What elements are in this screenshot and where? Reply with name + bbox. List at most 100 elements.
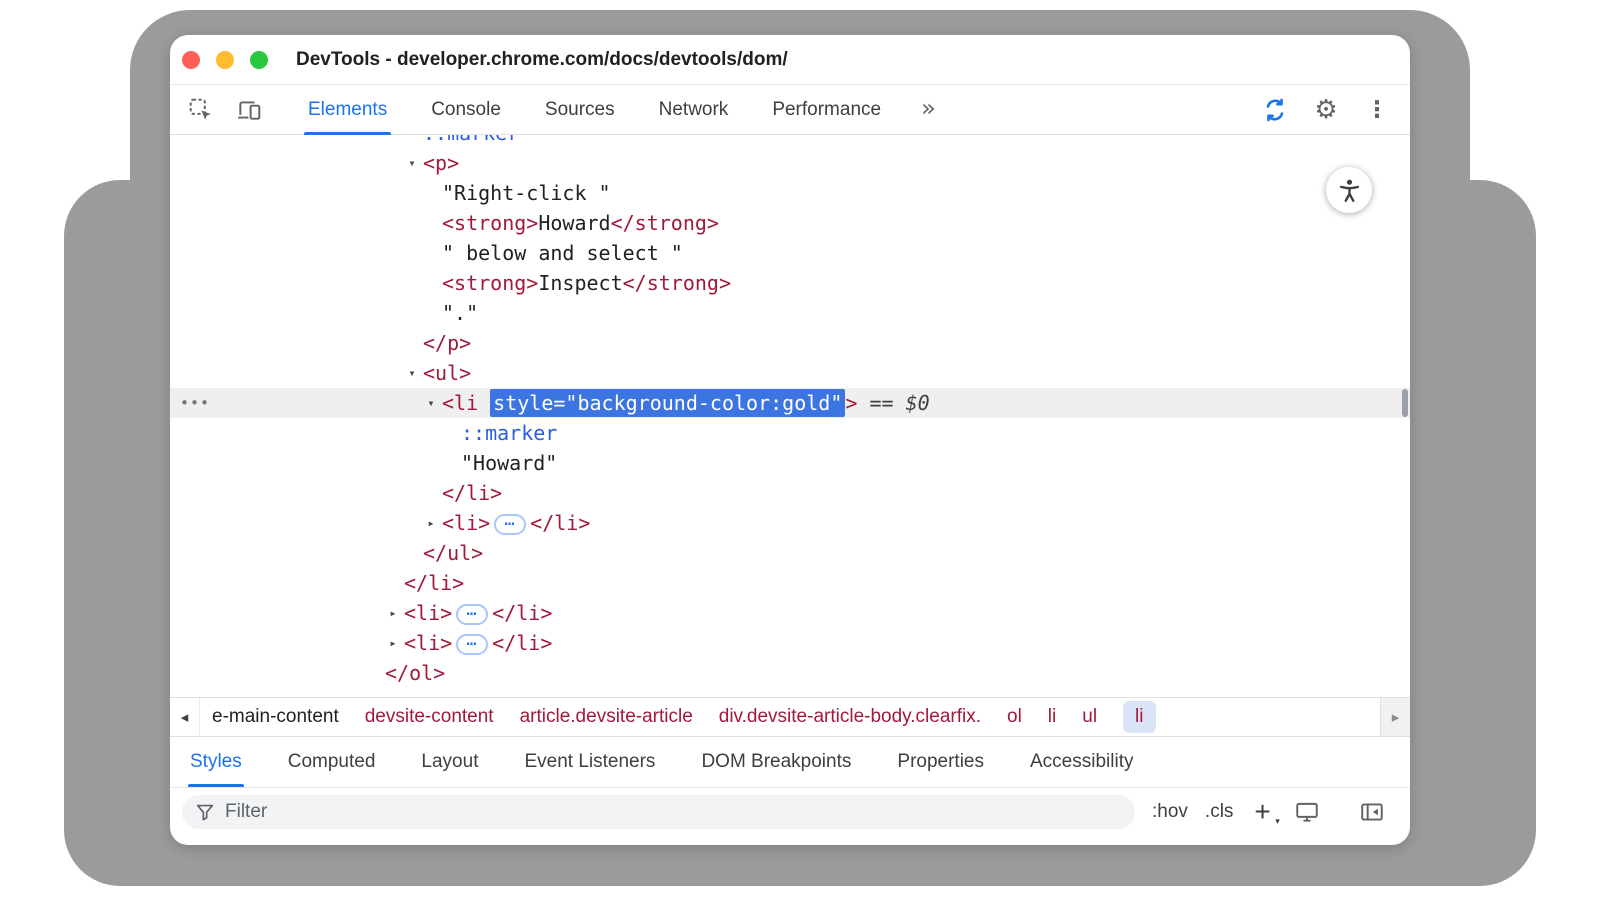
dom-tree-line[interactable]: ::marker bbox=[170, 418, 1410, 448]
dom-tree-line[interactable]: <strong>Inspect</strong> bbox=[170, 268, 1410, 298]
plus-icon: + bbox=[1254, 796, 1270, 827]
tab-sources[interactable]: Sources bbox=[541, 85, 619, 135]
device-toolbar-icon[interactable] bbox=[234, 95, 264, 125]
zoom-button[interactable] bbox=[250, 51, 268, 69]
expand-arrow-icon[interactable]: ▸ bbox=[383, 598, 403, 628]
tab-elements[interactable]: Elements bbox=[304, 85, 391, 135]
dom-tree: ::marker▾<p>"Right-click "<strong>Howard… bbox=[170, 135, 1410, 697]
code-token-tag: </li> bbox=[442, 481, 502, 505]
breadcrumb-item[interactable]: ol bbox=[1007, 706, 1022, 728]
dom-tree-line[interactable]: ::marker bbox=[170, 135, 1410, 148]
filter-field[interactable] bbox=[182, 795, 1135, 829]
expand-arrow-icon[interactable]: ▸ bbox=[383, 628, 403, 658]
toolbar-right-icons: ⚙ ⋮ bbox=[1260, 95, 1392, 125]
caret-down-icon: ▾ bbox=[1275, 818, 1280, 827]
panel-tab-properties[interactable]: Properties bbox=[895, 737, 986, 787]
code-token-pseudo: ::marker bbox=[423, 135, 519, 145]
styles-filter-bar: :hov .cls +▾ bbox=[170, 787, 1410, 835]
dom-tree-line[interactable]: ▸<li>⋯</li> bbox=[170, 628, 1410, 658]
breadcrumb-item[interactable]: e-main-content bbox=[212, 706, 339, 728]
row-actions-dots-icon[interactable]: ••• bbox=[180, 388, 210, 418]
scrollbar-thumb[interactable] bbox=[1402, 389, 1408, 417]
inspect-icon[interactable] bbox=[186, 95, 216, 125]
sync-icon[interactable] bbox=[1260, 95, 1290, 125]
breadcrumb-item[interactable]: devsite-content bbox=[365, 706, 494, 728]
close-button[interactable] bbox=[182, 51, 200, 69]
kebab-menu-icon[interactable]: ⋮ bbox=[1362, 95, 1392, 125]
dom-tree-line[interactable]: </ul> bbox=[170, 538, 1410, 568]
code-token-tag: </strong> bbox=[623, 271, 731, 295]
filter-input[interactable] bbox=[225, 801, 1123, 823]
panel-tabs: Styles Computed Layout Event Listeners DOM B… bbox=[170, 737, 1410, 787]
filter-funnel-icon bbox=[194, 801, 216, 823]
code-token-plain: "." bbox=[442, 301, 478, 325]
breadcrumb-scroll-left-icon[interactable]: ◂ bbox=[170, 698, 200, 736]
dom-tree-line[interactable]: ▸<li>⋯</li> bbox=[170, 508, 1410, 538]
collapse-arrow-icon[interactable]: ▾ bbox=[402, 148, 422, 178]
expand-ellipsis-button[interactable]: ⋯ bbox=[456, 604, 488, 625]
panel-tab-computed[interactable]: Computed bbox=[286, 737, 378, 787]
panel-tab-layout[interactable]: Layout bbox=[419, 737, 480, 787]
code-token-plain: "Howard" bbox=[461, 451, 557, 475]
code-token-tag: <li> bbox=[442, 511, 490, 535]
traffic-lights bbox=[182, 51, 268, 69]
dom-tree-line[interactable]: ▸<li>⋯</li> bbox=[170, 598, 1410, 628]
dom-tree-line[interactable]: •••▾<li style="background-color:gold"> =… bbox=[170, 388, 1410, 418]
breadcrumb-item[interactable]: div.devsite-article-body.clearfix. bbox=[719, 706, 981, 728]
titlebar: DevTools - developer.chrome.com/docs/dev… bbox=[170, 35, 1410, 85]
breadcrumb-item[interactable]: li bbox=[1123, 701, 1155, 733]
breadcrumb-scroll-right-icon[interactable]: ▸ bbox=[1380, 698, 1410, 736]
dom-tree-line[interactable]: ▾<ul> bbox=[170, 358, 1410, 388]
tab-performance[interactable]: Performance bbox=[768, 85, 885, 135]
code-token-dollar: $0 bbox=[906, 391, 930, 415]
tab-console[interactable]: Console bbox=[427, 85, 505, 135]
code-token-tag: </strong> bbox=[611, 211, 719, 235]
code-token-plain bbox=[478, 391, 490, 415]
breadcrumb-item[interactable]: li bbox=[1048, 706, 1056, 728]
panel-tab-dom-breakpoints[interactable]: DOM Breakpoints bbox=[699, 737, 853, 787]
panel-tab-event-listeners[interactable]: Event Listeners bbox=[522, 737, 657, 787]
dom-tree-line[interactable]: </p> bbox=[170, 328, 1410, 358]
code-token-plain: "Right-click " bbox=[442, 181, 611, 205]
toggle-element-state-button[interactable]: :hov bbox=[1152, 801, 1188, 823]
settings-gear-icon[interactable]: ⚙ bbox=[1311, 95, 1341, 125]
dom-tree-line[interactable]: "Howard" bbox=[170, 448, 1410, 478]
expand-ellipsis-button[interactable]: ⋯ bbox=[456, 634, 488, 655]
more-tabs-icon[interactable]: » bbox=[921, 96, 936, 120]
breadcrumb: e-main-content devsite-content article.dev… bbox=[200, 698, 1380, 736]
accessibility-button[interactable] bbox=[1326, 167, 1372, 213]
code-token-tag: </li> bbox=[530, 511, 590, 535]
expand-ellipsis-button[interactable]: ⋯ bbox=[494, 514, 526, 535]
code-token-tag: </li> bbox=[492, 601, 552, 625]
code-token-plain: Howard bbox=[538, 211, 610, 235]
toggle-sidebar-icon[interactable] bbox=[1357, 797, 1387, 827]
code-token-tag: <li> bbox=[404, 601, 452, 625]
tab-network[interactable]: Network bbox=[655, 85, 733, 135]
dom-tree-line[interactable]: "." bbox=[170, 298, 1410, 328]
dom-tree-line[interactable]: <strong>Howard</strong> bbox=[170, 208, 1410, 238]
code-token-tag: <p> bbox=[423, 151, 459, 175]
code-token-tag: </ol> bbox=[385, 661, 445, 685]
code-token-attrsel[interactable]: style="background-color:gold" bbox=[490, 389, 845, 417]
new-style-rule-button[interactable]: +▾ bbox=[1254, 798, 1270, 826]
dom-tree-line[interactable]: </li> bbox=[170, 478, 1410, 508]
dom-tree-line[interactable]: "Right-click " bbox=[170, 178, 1410, 208]
minimize-button[interactable] bbox=[216, 51, 234, 69]
dom-tree-line[interactable]: </ol> bbox=[170, 658, 1410, 688]
code-token-tag: </ul> bbox=[423, 541, 483, 565]
breadcrumb-item[interactable]: article.devsite-article bbox=[520, 706, 693, 728]
breadcrumb-item[interactable]: ul bbox=[1082, 706, 1097, 728]
collapse-arrow-icon[interactable]: ▾ bbox=[421, 388, 441, 418]
dom-tree-line[interactable]: " below and select " bbox=[170, 238, 1410, 268]
expand-arrow-icon[interactable]: ▸ bbox=[421, 508, 441, 538]
dom-tree-line[interactable]: </li> bbox=[170, 568, 1410, 598]
panel-tab-accessibility[interactable]: Accessibility bbox=[1028, 737, 1135, 787]
code-token-plain: Inspect bbox=[538, 271, 622, 295]
window-title: DevTools - developer.chrome.com/docs/dev… bbox=[296, 49, 788, 71]
dom-tree-line[interactable]: ▾<p> bbox=[170, 148, 1410, 178]
main-tabs: Elements Console Sources Network Performance bbox=[304, 85, 921, 135]
collapse-arrow-icon[interactable]: ▾ bbox=[402, 358, 422, 388]
toggle-classes-button[interactable]: .cls bbox=[1205, 801, 1234, 823]
toggle-rendering-icon[interactable] bbox=[1292, 797, 1322, 827]
panel-tab-styles[interactable]: Styles bbox=[188, 737, 244, 787]
